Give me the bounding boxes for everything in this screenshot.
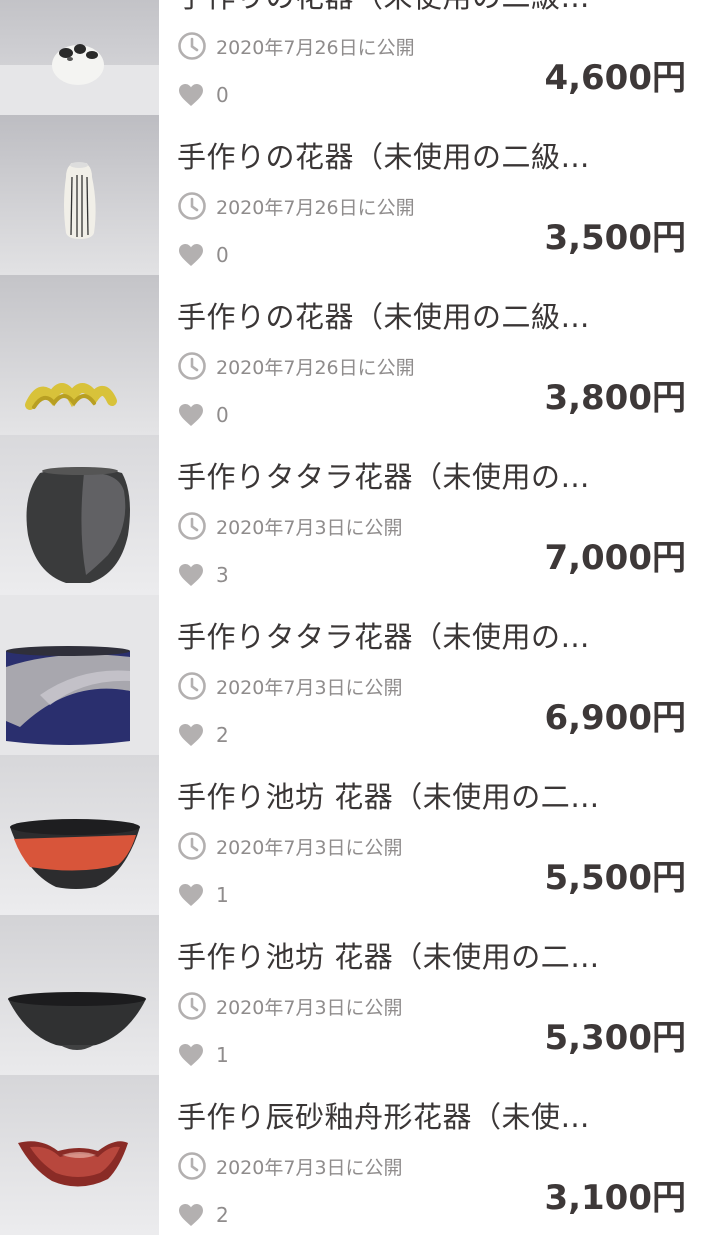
heart-icon bbox=[179, 1044, 203, 1066]
heart-icon bbox=[179, 884, 203, 906]
heart-icon bbox=[179, 1204, 203, 1226]
date-text: 2020年7月3日に公開 bbox=[216, 516, 403, 539]
clock-icon bbox=[178, 32, 206, 60]
product-title[interactable]: 手作り池坊 花器（未使用の二… bbox=[177, 937, 617, 977]
product-thumbnail[interactable] bbox=[0, 275, 159, 435]
clock-icon bbox=[178, 832, 206, 860]
like-counter[interactable]: 0 bbox=[178, 83, 229, 107]
date-text: 2020年7月3日に公開 bbox=[216, 1156, 403, 1179]
product-thumbnail[interactable] bbox=[0, 1075, 159, 1235]
like-count: 2 bbox=[216, 723, 229, 747]
list-item[interactable]: 手作り池坊 花器（未使用の二… 2020年7月3日に公開 1 5,500円 bbox=[0, 755, 719, 915]
publish-date: 2020年7月26日に公開 bbox=[177, 351, 415, 381]
heart-icon bbox=[179, 244, 203, 266]
date-text: 2020年7月26日に公開 bbox=[216, 356, 415, 379]
like-count: 1 bbox=[216, 883, 229, 907]
heart-icon bbox=[179, 564, 203, 586]
product-price: 3,500円 bbox=[544, 218, 686, 258]
product-title[interactable]: 手作りの花器（未使用の二級… bbox=[177, 0, 617, 17]
product-price: 3,800円 bbox=[544, 378, 686, 418]
clock-icon bbox=[178, 672, 206, 700]
product-thumbnail[interactable] bbox=[0, 755, 159, 915]
publish-date: 2020年7月3日に公開 bbox=[177, 1151, 403, 1181]
list-item[interactable]: 手作りの花器（未使用の二級… 2020年7月26日に公開 0 3,500円 bbox=[0, 115, 719, 275]
heart-icon bbox=[179, 84, 203, 106]
product-title[interactable]: 手作りタタラ花器（未使用の… bbox=[177, 457, 617, 497]
product-thumbnail[interactable] bbox=[0, 915, 159, 1075]
like-counter[interactable]: 1 bbox=[178, 1043, 229, 1067]
like-counter[interactable]: 1 bbox=[178, 883, 229, 907]
product-title[interactable]: 手作り池坊 花器（未使用の二… bbox=[177, 777, 617, 817]
like-count: 1 bbox=[216, 1043, 229, 1067]
product-thumbnail[interactable] bbox=[0, 0, 159, 115]
like-counter[interactable]: 0 bbox=[178, 403, 229, 427]
product-thumbnail[interactable] bbox=[0, 595, 159, 755]
clock-icon bbox=[178, 992, 206, 1020]
like-counter[interactable]: 2 bbox=[178, 1203, 229, 1227]
list-item[interactable]: 手作りの花器（未使用の二級… 2020年7月26日に公開 0 4,600円 bbox=[0, 0, 719, 115]
heart-icon bbox=[179, 404, 203, 426]
like-count: 0 bbox=[216, 83, 229, 107]
like-counter[interactable]: 0 bbox=[178, 243, 229, 267]
date-text: 2020年7月3日に公開 bbox=[216, 996, 403, 1019]
list-item[interactable]: 手作りタタラ花器（未使用の… 2020年7月3日に公開 2 6,900円 bbox=[0, 595, 719, 755]
clock-icon bbox=[178, 1152, 206, 1180]
product-price: 5,300円 bbox=[544, 1018, 686, 1058]
publish-date: 2020年7月3日に公開 bbox=[177, 831, 403, 861]
publish-date: 2020年7月3日に公開 bbox=[177, 511, 403, 541]
clock-icon bbox=[178, 192, 206, 220]
product-price: 5,500円 bbox=[544, 858, 686, 898]
list-item[interactable]: 手作りタタラ花器（未使用の… 2020年7月3日に公開 3 7,000円 bbox=[0, 435, 719, 595]
like-count: 2 bbox=[216, 1203, 229, 1227]
product-title[interactable]: 手作りの花器（未使用の二級… bbox=[177, 297, 617, 337]
clock-icon bbox=[178, 512, 206, 540]
date-text: 2020年7月3日に公開 bbox=[216, 676, 403, 699]
date-text: 2020年7月3日に公開 bbox=[216, 836, 403, 859]
product-price: 4,600円 bbox=[544, 58, 686, 98]
like-counter[interactable]: 2 bbox=[178, 723, 229, 747]
heart-icon bbox=[179, 724, 203, 746]
list-item[interactable]: 手作り池坊 花器（未使用の二… 2020年7月3日に公開 1 5,300円 bbox=[0, 915, 719, 1075]
date-text: 2020年7月26日に公開 bbox=[216, 36, 415, 59]
date-text: 2020年7月26日に公開 bbox=[216, 196, 415, 219]
publish-date: 2020年7月3日に公開 bbox=[177, 991, 403, 1021]
product-title[interactable]: 手作りの花器（未使用の二級… bbox=[177, 137, 617, 177]
product-title[interactable]: 手作り辰砂釉舟形花器（未使… bbox=[177, 1097, 617, 1137]
list-item[interactable]: 手作りの花器（未使用の二級… 2020年7月26日に公開 0 3,800円 bbox=[0, 275, 719, 435]
product-price: 6,900円 bbox=[544, 698, 686, 738]
product-price: 7,000円 bbox=[544, 538, 686, 578]
like-count: 0 bbox=[216, 403, 229, 427]
like-count: 3 bbox=[216, 563, 229, 587]
product-thumbnail[interactable] bbox=[0, 115, 159, 275]
product-price: 3,100円 bbox=[544, 1178, 686, 1218]
like-counter[interactable]: 3 bbox=[178, 563, 229, 587]
product-title[interactable]: 手作りタタラ花器（未使用の… bbox=[177, 617, 617, 657]
publish-date: 2020年7月3日に公開 bbox=[177, 671, 403, 701]
publish-date: 2020年7月26日に公開 bbox=[177, 31, 415, 61]
product-list: 手作りの花器（未使用の二級… 2020年7月26日に公開 0 4,600円 bbox=[0, 0, 719, 1235]
list-item[interactable]: 手作り辰砂釉舟形花器（未使… 2020年7月3日に公開 2 3,100円 bbox=[0, 1075, 719, 1235]
clock-icon bbox=[178, 352, 206, 380]
publish-date: 2020年7月26日に公開 bbox=[177, 191, 415, 221]
like-count: 0 bbox=[216, 243, 229, 267]
product-thumbnail[interactable] bbox=[0, 435, 159, 595]
